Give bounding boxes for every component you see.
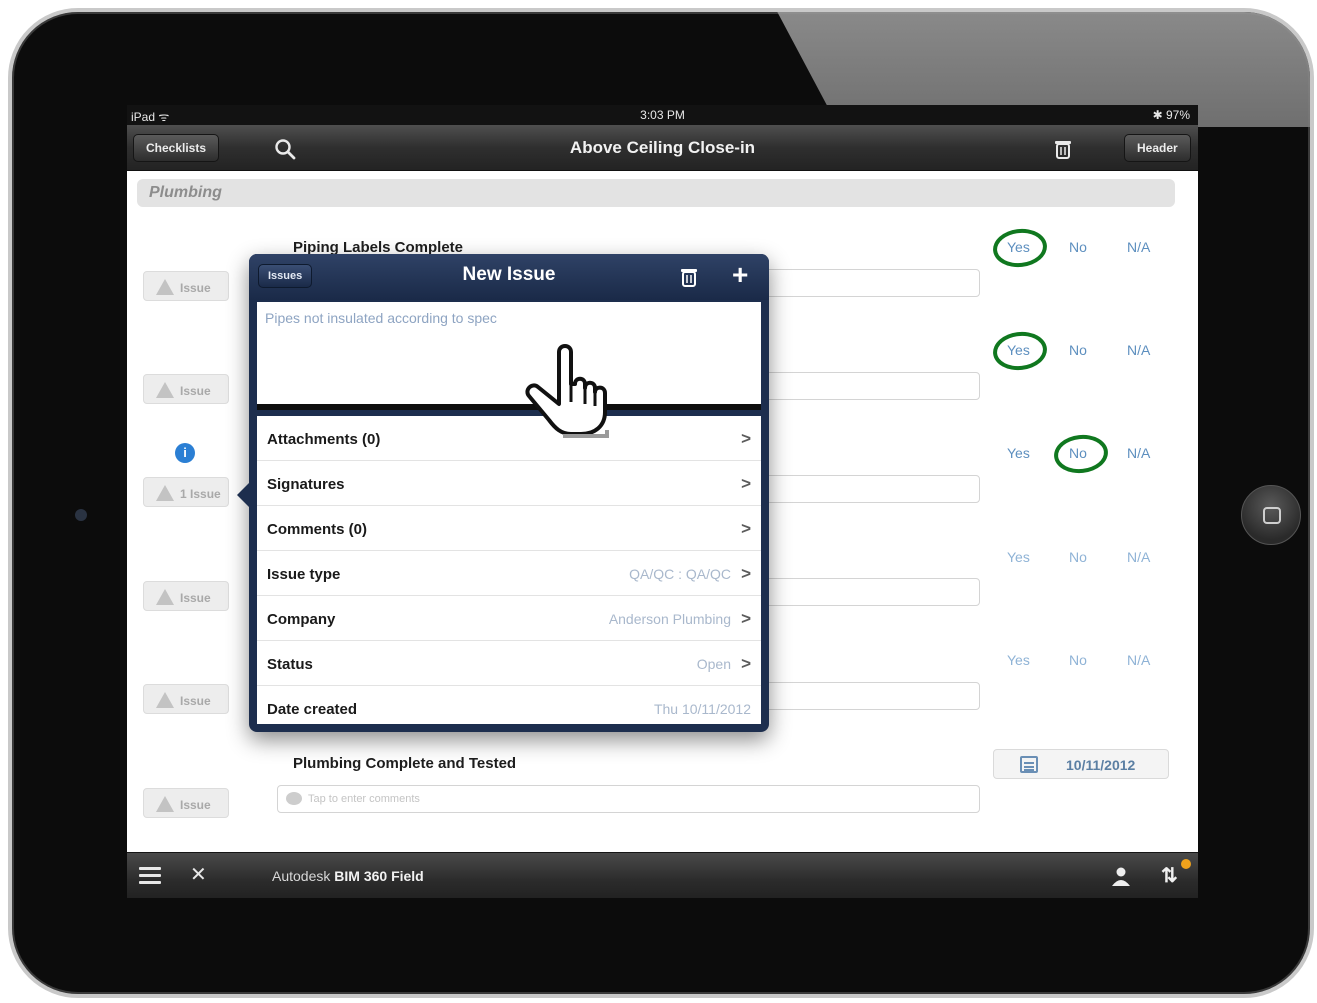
trash-icon[interactable]: [679, 266, 699, 288]
no-option[interactable]: No: [1069, 652, 1087, 668]
comments-row[interactable]: Comments (0) >: [257, 506, 761, 551]
issue-button[interactable]: 1 Issue: [143, 477, 229, 507]
issue-label: Issue: [180, 694, 211, 708]
row-label: Company: [267, 611, 336, 628]
clock: 3:03 PM: [640, 108, 685, 122]
chevron-right-icon: >: [741, 609, 751, 628]
issue-label: Issue: [180, 384, 211, 398]
chevron-right-icon: >: [741, 519, 751, 538]
no-option[interactable]: No: [1069, 445, 1087, 461]
camera-icon: [75, 509, 87, 521]
menu-icon[interactable]: [139, 867, 161, 885]
yes-option[interactable]: Yes: [1007, 342, 1030, 358]
page-title: Above Ceiling Close-in: [569, 138, 756, 157]
chevron-right-icon: >: [741, 564, 751, 583]
battery-label: ✱ 97%: [1152, 108, 1190, 122]
issue-button[interactable]: Issue: [143, 684, 229, 714]
na-option[interactable]: N/A: [1127, 549, 1150, 565]
date-field[interactable]: 10/11/2012: [993, 749, 1169, 779]
issue-type-row[interactable]: Issue type QA/QC : QA/QC >: [257, 551, 761, 596]
yes-option[interactable]: Yes: [1007, 652, 1030, 668]
popover-arrow: [237, 482, 250, 508]
date-value: 10/11/2012: [1066, 757, 1136, 773]
na-option[interactable]: N/A: [1127, 445, 1150, 461]
home-button[interactable]: [1241, 485, 1301, 545]
na-option[interactable]: N/A: [1127, 652, 1150, 668]
checklist-item-title: Plumbing Complete and Tested: [293, 755, 517, 772]
na-option[interactable]: N/A: [1127, 239, 1150, 255]
calendar-icon: [1020, 756, 1038, 773]
issue-button[interactable]: Issue: [143, 374, 229, 404]
hand-pointer-icon: [525, 344, 609, 438]
notification-badge: [1181, 859, 1191, 869]
issue-label: 1 Issue: [180, 487, 221, 501]
new-issue-popover: Issues New Issue + Pipes not insulated a…: [237, 254, 769, 732]
warning-icon: [156, 796, 174, 812]
row-label: Comments (0): [267, 521, 368, 538]
issue-button[interactable]: Issue: [143, 788, 229, 818]
chevron-right-icon: >: [741, 654, 751, 673]
row-label: Issue type: [267, 566, 341, 583]
yes-option[interactable]: Yes: [1007, 549, 1030, 565]
comment-field[interactable]: Tap to enter comments: [277, 785, 980, 813]
row-value: Anderson Plumbing: [608, 611, 731, 627]
row-value: QA/QC : QA/QC: [629, 566, 731, 582]
date-created-row[interactable]: Date created Thu 10/11/2012: [257, 686, 761, 724]
issue-button[interactable]: Issue: [143, 581, 229, 611]
warning-icon: [156, 382, 174, 398]
popover-header: Issues New Issue +: [249, 254, 769, 300]
warning-icon: [156, 279, 174, 295]
company-row[interactable]: Company Anderson Plumbing >: [257, 596, 761, 641]
tools-icon[interactable]: ✕: [190, 862, 207, 887]
navigation-bar: Checklists Above Ceiling Close-in Header: [127, 125, 1198, 171]
row-label: Status: [267, 656, 313, 673]
bottom-toolbar: ✕ Autodesk BIM 360 Field ⇅: [127, 852, 1198, 898]
row-value: Open: [696, 656, 731, 672]
issue-label: Issue: [180, 281, 211, 295]
comment-bubble-icon: [286, 792, 302, 805]
home-square-icon: [1263, 507, 1281, 524]
header-button[interactable]: Header: [1124, 134, 1191, 162]
attachments-row[interactable]: Attachments (0) >: [257, 416, 761, 461]
yes-option[interactable]: Yes: [1007, 239, 1030, 255]
comment-placeholder: Tap to enter comments: [308, 793, 420, 805]
brand-label: Autodesk BIM 360 Field: [272, 868, 424, 884]
issue-label: Issue: [180, 591, 211, 605]
chevron-right-icon: >: [741, 429, 751, 448]
warning-icon: [156, 485, 174, 501]
status-bar: iPad ᯤ 3:03 PM ✱ 97%: [127, 105, 1198, 125]
section-header: Plumbing: [137, 179, 1175, 207]
brand-name: BIM 360 Field: [334, 868, 424, 884]
row-label: Date created: [267, 701, 358, 718]
signatures-row[interactable]: Signatures >: [257, 461, 761, 506]
no-option[interactable]: No: [1069, 342, 1087, 358]
issue-description: Pipes not insulated according to spec: [265, 310, 497, 326]
sync-icon[interactable]: ⇅: [1161, 863, 1178, 888]
row-value: Thu 10/11/2012: [653, 701, 751, 717]
info-icon[interactable]: i: [175, 443, 195, 463]
no-option[interactable]: No: [1069, 239, 1087, 255]
yes-option[interactable]: Yes: [1007, 445, 1030, 461]
warning-icon: [156, 589, 174, 605]
issue-description-field[interactable]: Pipes not insulated according to spec: [257, 302, 761, 410]
brand-prefix: Autodesk: [272, 868, 331, 884]
trash-icon[interactable]: [1052, 138, 1074, 160]
issue-label: Issue: [180, 798, 211, 812]
chevron-right-icon: >: [741, 474, 751, 493]
issue-button[interactable]: Issue: [143, 271, 229, 301]
issue-fields-list: Attachments (0) > Signatures > Comments (0…: [257, 416, 761, 724]
status-row[interactable]: Status Open >: [257, 641, 761, 686]
user-icon[interactable]: [1110, 865, 1132, 887]
na-option[interactable]: N/A: [1127, 342, 1150, 358]
row-label: Attachments (0): [267, 431, 381, 448]
plus-icon[interactable]: +: [732, 260, 748, 290]
no-option[interactable]: No: [1069, 549, 1087, 565]
row-label: Signatures: [267, 476, 345, 493]
warning-icon: [156, 692, 174, 708]
